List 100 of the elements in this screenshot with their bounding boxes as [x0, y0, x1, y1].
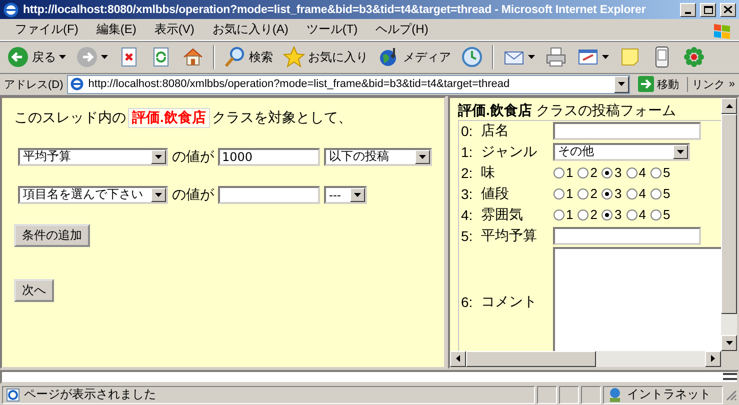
field-index: 5: — [460, 226, 474, 246]
address-field[interactable]: http://localhost:8080/xmlbbs/operation?mode=list_frame&bid=b3&tid=t4&target=thread — [67, 74, 630, 94]
field-index: 4: — [460, 206, 474, 225]
radio-button[interactable] — [601, 166, 614, 179]
radio-button[interactable] — [553, 188, 565, 200]
radio-label: 2 — [590, 186, 598, 202]
radio-label: 1 — [566, 165, 574, 180]
minimize-button[interactable] — [680, 2, 696, 17]
caret-icon — [155, 192, 162, 197]
select-field[interactable]: 平均予算 — [18, 148, 168, 166]
field-index: 6: — [460, 292, 474, 312]
intro-text: クラスを対象として、 — [212, 108, 352, 127]
down-arrow-icon — [726, 340, 732, 345]
radio-button[interactable] — [650, 188, 662, 200]
radio-button[interactable] — [626, 208, 638, 221]
field-label: コメント — [481, 292, 538, 311]
radio-label: 1 — [566, 186, 574, 202]
field-index: 2: — [460, 164, 474, 183]
forward-icon — [76, 46, 98, 68]
condition-text: の値が — [172, 148, 214, 166]
radio-button[interactable] — [626, 166, 638, 179]
status-panel — [537, 386, 557, 404]
network-icon — [607, 386, 623, 403]
horizontal-scrollbar[interactable] — [450, 350, 721, 367]
flower-icon — [683, 46, 705, 68]
text-field[interactable] — [553, 226, 701, 245]
status-panel — [581, 386, 601, 404]
radio-button[interactable] — [577, 166, 590, 179]
radio-label: 1 — [566, 207, 574, 222]
field-label: 味 — [481, 162, 496, 182]
select-field[interactable]: その他 — [553, 142, 690, 161]
toolbar-button[interactable]: 検索 — [221, 44, 276, 70]
toolbar-button[interactable]: お気に入り — [280, 44, 371, 70]
radio-label: 5 — [662, 165, 670, 180]
radio-label: 5 — [662, 207, 670, 222]
toolbar-button[interactable]: 戻る — [4, 44, 69, 70]
radio-button[interactable] — [553, 208, 565, 221]
form-title: 評価.飲食店 クラスの投稿フォーム — [458, 102, 721, 121]
status-text: ページが表示されました — [24, 386, 156, 404]
field-label: 雰囲気 — [481, 204, 524, 224]
browser-icon — [3, 2, 19, 18]
class-name-label: 評価.飲食店 — [128, 108, 210, 128]
back-icon — [7, 46, 29, 68]
next-button[interactable]: 次へ — [14, 278, 54, 302]
zone-text: イントラネット — [627, 386, 711, 404]
right-arrow-icon — [711, 355, 715, 362]
radio-label: 4 — [638, 186, 646, 202]
select-field[interactable]: 以下の投稿 — [324, 148, 432, 166]
radio-button[interactable] — [553, 166, 565, 179]
address-label: アドレス(D) — [4, 78, 64, 92]
text-field[interactable] — [553, 122, 701, 140]
chevron-button[interactable]: » — [728, 78, 735, 90]
menu-item[interactable]: 編集(E) — [87, 19, 146, 40]
maximize-icon — [704, 6, 712, 14]
vertical-scrollbar[interactable] — [721, 98, 737, 351]
dropdown-button[interactable] — [614, 76, 629, 93]
select-field[interactable]: --- — [324, 186, 367, 204]
toolbar-button[interactable]: メディア — [375, 44, 454, 70]
menu-item[interactable]: ヘルプ(H) — [366, 19, 438, 40]
value-field[interactable]: 1000 — [218, 148, 320, 166]
page-icon — [6, 388, 20, 402]
field-label: 店名 — [481, 120, 510, 140]
radio-button[interactable] — [626, 188, 638, 200]
field-label: ジャンル — [481, 142, 538, 161]
field-label: 平均予算 — [481, 226, 538, 245]
menu-item[interactable]: 表示(V) — [145, 19, 204, 40]
radio-button[interactable] — [601, 208, 614, 221]
radio-button[interactable] — [577, 188, 590, 200]
arrow-icon — [638, 76, 654, 92]
intro-text: このスレッド内の — [14, 108, 126, 127]
minimize-icon — [685, 12, 691, 14]
menu-item[interactable]: ファイル(F) — [6, 19, 88, 40]
close-button[interactable] — [720, 2, 736, 17]
radio-label: 3 — [614, 207, 622, 222]
value-field[interactable] — [218, 186, 320, 204]
status-panel — [559, 386, 579, 404]
maximize-button[interactable] — [700, 2, 716, 17]
printer-icon — [545, 46, 567, 68]
up-arrow-icon — [726, 104, 732, 108]
field-index: 3: — [460, 184, 474, 204]
radio-label: 2 — [590, 207, 598, 222]
menu-item[interactable]: ツール(T) — [297, 19, 367, 40]
star-icon — [283, 46, 305, 68]
radio-button[interactable] — [650, 166, 662, 179]
caret-icon — [354, 192, 361, 197]
add-condition-button[interactable]: 条件の追加 — [14, 224, 90, 247]
links-button[interactable]: リンク — [692, 76, 725, 92]
search-icon — [224, 46, 246, 68]
field-index: 1: — [460, 142, 474, 162]
caret-icon — [677, 150, 684, 154]
left-arrow-icon — [456, 355, 460, 362]
page-icon — [70, 77, 84, 92]
select-field[interactable]: 項目名を選んで下さい — [18, 186, 168, 204]
menu-item[interactable]: お気に入り(A) — [203, 19, 298, 40]
radio-button[interactable] — [577, 208, 590, 221]
radio-button[interactable] — [650, 208, 662, 221]
radio-button[interactable] — [601, 188, 614, 200]
go-button[interactable]: 移動 — [634, 76, 683, 92]
frame-resize-icon — [723, 372, 737, 381]
caret-icon — [618, 82, 625, 86]
